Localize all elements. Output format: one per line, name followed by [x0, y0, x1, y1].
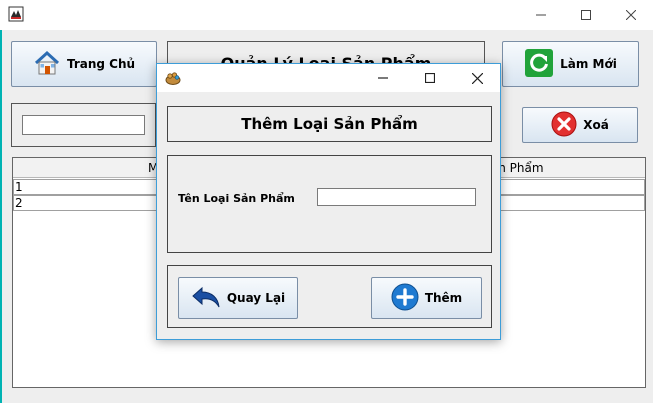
refresh-icon — [524, 48, 554, 81]
home-icon — [33, 49, 61, 80]
minimize-button[interactable] — [518, 0, 564, 30]
dialog-close-button[interactable] — [454, 64, 500, 92]
close-icon — [626, 10, 636, 20]
close-icon — [471, 72, 483, 84]
refresh-button-label: Làm Mới — [560, 57, 617, 71]
app-icon — [8, 6, 24, 22]
dialog-actions-panel: Quay Lại Thêm — [167, 265, 492, 328]
back-button[interactable]: Quay Lại — [178, 277, 298, 319]
window-left-edge — [0, 30, 2, 403]
dialog-form-panel: Tên Loại Sản Phẩm — [167, 155, 492, 253]
add-button-label: Thêm — [424, 291, 463, 305]
delete-button[interactable]: Xoá — [522, 107, 638, 143]
home-button-label: Trang Chủ — [66, 57, 136, 71]
plus-icon — [391, 283, 419, 314]
maximize-button[interactable] — [563, 0, 609, 30]
delete-icon — [551, 111, 577, 140]
dialog-titlebar[interactable] — [157, 64, 500, 92]
back-arrow-icon — [191, 285, 221, 312]
table-cell-id: 1 — [15, 180, 23, 194]
close-button[interactable] — [608, 0, 653, 30]
search-input[interactable] — [22, 115, 145, 135]
product-type-name-input[interactable] — [317, 188, 476, 206]
add-button[interactable]: Thêm — [371, 277, 482, 319]
back-button-label: Quay Lại — [226, 291, 286, 305]
dialog-app-icon — [165, 70, 181, 86]
maximize-icon — [581, 10, 591, 20]
minimize-icon — [378, 77, 388, 79]
name-field-label: Tên Loại Sản Phẩm — [178, 192, 295, 205]
dialog-minimize-button[interactable] — [360, 64, 406, 92]
add-product-type-dialog: Thêm Loại Sản Phẩm Tên Loại Sản Phẩm Qua… — [156, 63, 501, 340]
maximize-icon — [425, 73, 435, 83]
main-titlebar[interactable] — [0, 0, 653, 30]
minimize-icon — [536, 14, 546, 16]
dialog-maximize-button[interactable] — [407, 64, 453, 92]
search-panel — [11, 103, 156, 147]
refresh-button[interactable]: Làm Mới — [502, 41, 639, 87]
dialog-heading: Thêm Loại Sản Phẩm — [167, 106, 492, 142]
delete-button-label: Xoá — [583, 118, 609, 132]
table-cell-id: 2 — [15, 196, 23, 210]
home-button[interactable]: Trang Chủ — [11, 41, 157, 87]
